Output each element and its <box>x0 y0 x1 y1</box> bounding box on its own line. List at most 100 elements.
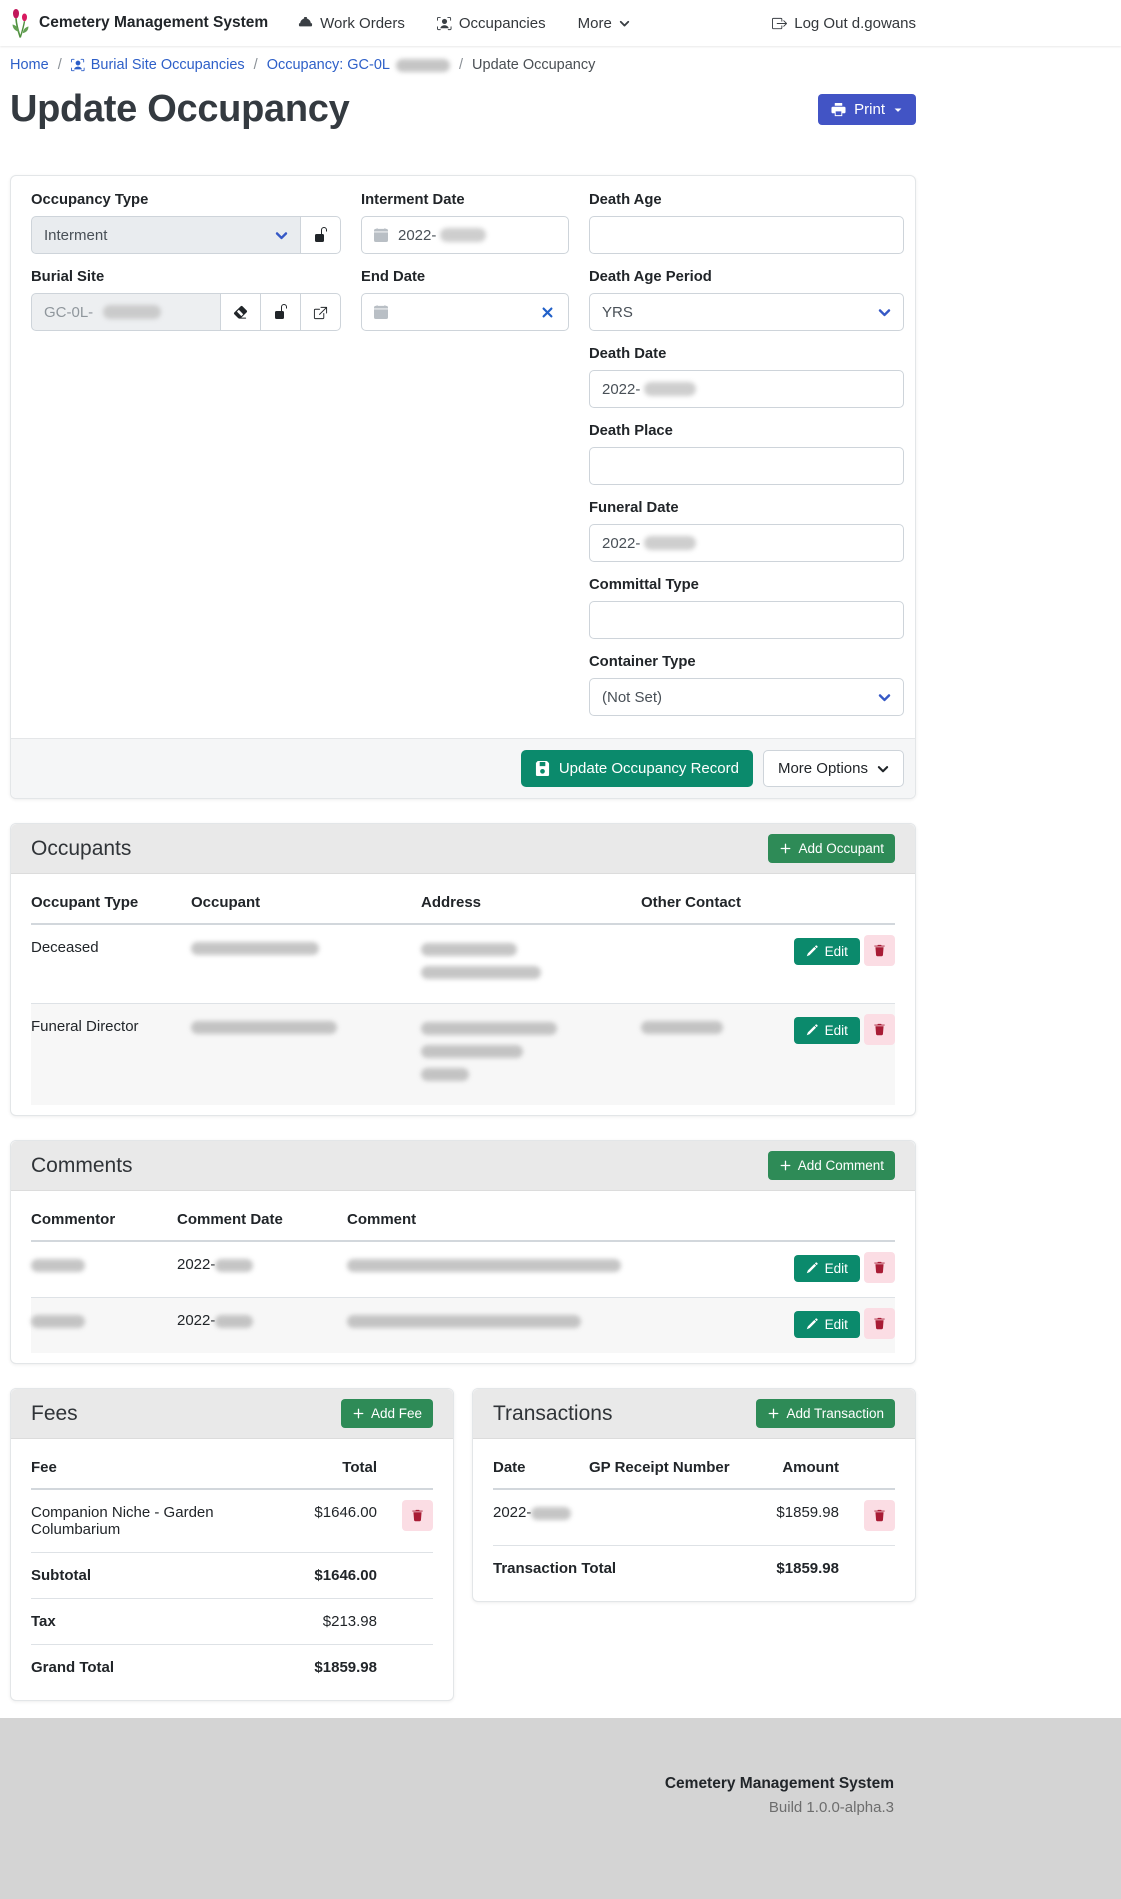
occupancy-type-unlock-button[interactable] <box>301 216 341 254</box>
update-occupancy-record-button[interactable]: Update Occupancy Record <box>521 750 753 787</box>
hard-hat-icon <box>298 16 313 31</box>
death-age-input[interactable] <box>589 216 904 254</box>
tulip-logo-icon <box>10 8 31 38</box>
redacted-text <box>440 228 486 242</box>
chevron-down-icon <box>275 229 288 242</box>
col-other-contact: Other Contact <box>633 882 773 924</box>
delete-comment-button[interactable] <box>864 1308 895 1339</box>
edit-label: Edit <box>825 1317 848 1332</box>
nav-more[interactable]: More <box>578 15 630 32</box>
col-amount: Amount <box>751 1447 847 1489</box>
chevron-down-icon <box>878 691 891 704</box>
death-place-label: Death Place <box>589 423 904 439</box>
death-date-input[interactable]: 2022- <box>589 370 904 408</box>
committal-type-input[interactable] <box>589 601 904 639</box>
nav-work-orders[interactable]: Work Orders <box>298 15 405 32</box>
nav-occupancies[interactable]: Occupancies <box>437 15 546 32</box>
fees-card: Fees Add Fee Fee Total <box>10 1388 454 1701</box>
person-bounding-box-icon <box>71 58 85 72</box>
add-occupant-button[interactable]: Add Occupant <box>768 834 895 863</box>
plus-icon <box>779 1159 792 1172</box>
redacted-text <box>215 1315 253 1328</box>
fees-title: Fees <box>31 1402 78 1426</box>
fee-total-cell: $1646.00 <box>293 1489 385 1553</box>
person-bounding-box-icon <box>437 16 452 31</box>
breadcrumb-home[interactable]: Home <box>10 57 49 73</box>
delete-occupant-button[interactable] <box>864 1014 895 1045</box>
interment-date-value-prefix: 2022- <box>398 227 436 244</box>
occupancy-type-select[interactable]: Interment <box>31 216 301 254</box>
occupant-type-cell: Funeral Director <box>31 1004 183 1106</box>
redacted-text <box>31 1259 85 1272</box>
breadcrumb-separator: / <box>254 57 258 73</box>
pencil-icon <box>806 945 818 957</box>
breadcrumb-bso-label: Burial Site Occupancies <box>91 57 245 73</box>
transaction-amount-cell: $1859.98 <box>751 1489 847 1546</box>
end-date-clear-button[interactable] <box>539 304 556 321</box>
add-fee-button[interactable]: Add Fee <box>341 1399 433 1428</box>
redacted-text <box>191 1021 337 1034</box>
death-date-value-prefix: 2022- <box>602 381 640 398</box>
brand-title: Cemetery Management System <box>39 14 268 32</box>
print-button[interactable]: Print <box>818 94 916 125</box>
add-transaction-button[interactable]: Add Transaction <box>756 1399 895 1428</box>
box-arrow-up-right-icon <box>313 305 328 320</box>
container-type-select[interactable]: (Not Set) <box>589 678 904 716</box>
edit-label: Edit <box>825 1261 848 1276</box>
burial-site-label: Burial Site <box>31 269 341 285</box>
col-actions <box>773 882 895 924</box>
tax-row: Tax $213.98 <box>31 1599 433 1645</box>
burial-site-unlock-button[interactable] <box>261 293 301 331</box>
logout-link[interactable]: Log Out d.gowans <box>772 15 916 32</box>
edit-label: Edit <box>825 944 848 959</box>
plus-icon <box>767 1407 780 1420</box>
delete-comment-button[interactable] <box>864 1252 895 1283</box>
funeral-date-value-prefix: 2022- <box>602 535 640 552</box>
death-age-period-label: Death Age Period <box>589 269 904 285</box>
update-occupancy-record-label: Update Occupancy Record <box>559 760 739 777</box>
transaction-total-value: $1859.98 <box>751 1546 847 1592</box>
col-address: Address <box>413 882 633 924</box>
burial-site-input[interactable]: GC-0L- <box>31 293 221 331</box>
redacted-text <box>421 1022 557 1035</box>
edit-occupant-button[interactable]: Edit <box>794 938 860 965</box>
delete-transaction-button[interactable] <box>864 1500 895 1531</box>
more-options-button[interactable]: More Options <box>763 750 904 787</box>
delete-occupant-button[interactable] <box>864 935 895 966</box>
more-options-label: More Options <box>778 760 868 777</box>
add-comment-button[interactable]: Add Comment <box>768 1151 895 1180</box>
breadcrumb: Home / Burial Site Occupancies / Occupan… <box>10 57 916 73</box>
redacted-text <box>531 1507 571 1520</box>
funeral-date-input[interactable]: 2022- <box>589 524 904 562</box>
delete-fee-button[interactable] <box>402 1500 433 1531</box>
death-place-input[interactable] <box>589 447 904 485</box>
interment-date-input[interactable]: 2022- <box>361 216 569 254</box>
table-row: 2022- Edit <box>31 1241 895 1298</box>
end-date-input[interactable] <box>361 293 569 331</box>
x-clear-icon <box>541 306 554 319</box>
edit-comment-button[interactable]: Edit <box>794 1255 860 1282</box>
table-header-row: Fee Total <box>31 1447 433 1489</box>
edit-comment-button[interactable]: Edit <box>794 1311 860 1338</box>
breadcrumb-occupancy[interactable]: Occupancy: GC-0L <box>267 57 450 73</box>
breadcrumb-burial-site-occupancies[interactable]: Burial Site Occupancies <box>71 57 245 73</box>
redacted-text <box>347 1315 581 1328</box>
table-header-row: Date GP Receipt Number Amount <box>493 1447 895 1489</box>
grand-total-value: $1859.98 <box>293 1645 385 1691</box>
burial-site-clear-button[interactable] <box>221 293 261 331</box>
calendar-icon <box>374 228 388 242</box>
death-age-period-select[interactable]: YRS <box>589 293 904 331</box>
trash-icon <box>873 1317 886 1330</box>
table-header-row: Commentor Comment Date Comment <box>31 1199 895 1241</box>
pencil-icon <box>806 1318 818 1330</box>
edit-occupant-button[interactable]: Edit <box>794 1017 860 1044</box>
pencil-icon <box>806 1262 818 1274</box>
brand-link[interactable]: Cemetery Management System <box>10 8 268 38</box>
printer-icon <box>831 102 846 117</box>
col-commentor: Commentor <box>31 1199 169 1241</box>
table-row: 2022- Edit <box>31 1298 895 1354</box>
tax-value: $213.98 <box>293 1599 385 1645</box>
burial-site-open-link-button[interactable] <box>301 293 341 331</box>
interment-date-label: Interment Date <box>361 192 569 208</box>
occupancy-form-card: Occupancy Type Interment <box>10 175 916 799</box>
